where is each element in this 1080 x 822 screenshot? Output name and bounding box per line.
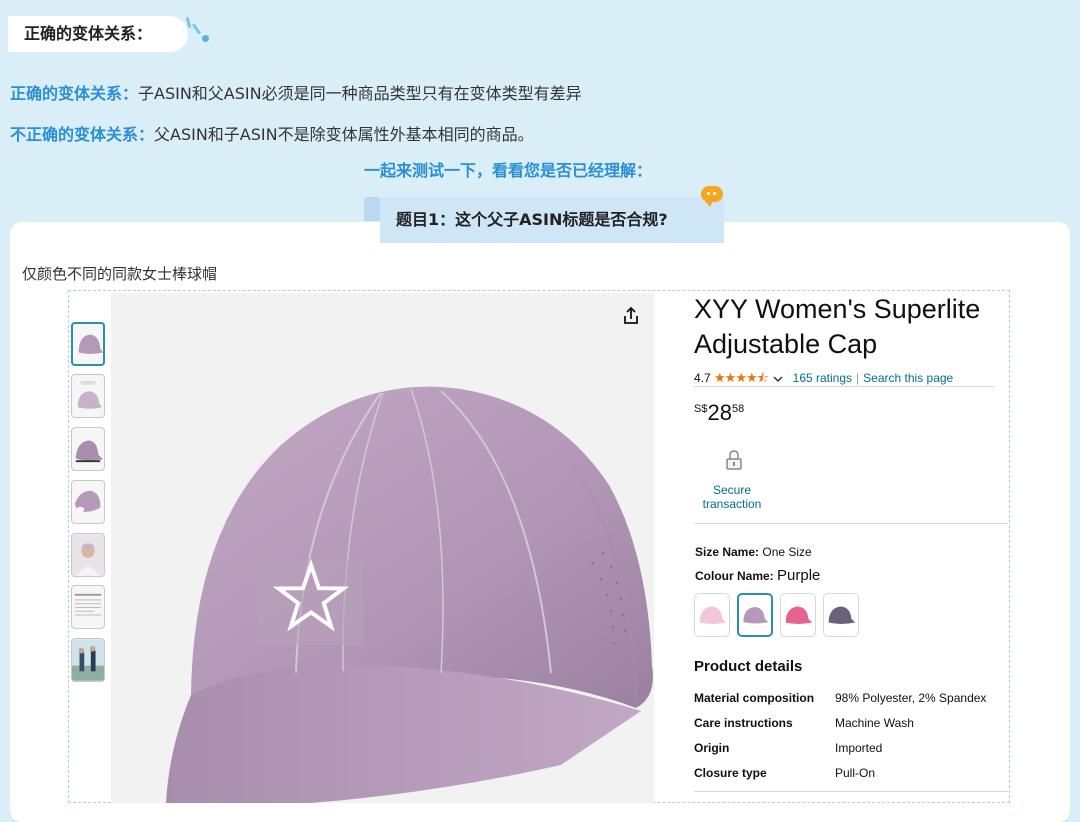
secure-transaction-link[interactable]: Secure transaction	[694, 483, 770, 511]
size-label: Size Name:	[695, 545, 760, 559]
thumbnail-1[interactable]	[71, 322, 105, 366]
incorrect-rule-label: 不正确的变体关系：	[10, 125, 155, 144]
thumbnail-3[interactable]	[71, 427, 105, 471]
spec-value: Imported	[835, 741, 883, 755]
spec-key: Care instructions	[694, 716, 793, 730]
incorrect-rule-text: 父ASIN和子ASIN不是除变体属性外基本相同的商品。	[154, 125, 534, 144]
spec-key: Closure type	[694, 766, 767, 780]
swatch-pink[interactable]	[780, 593, 816, 637]
chat-bubble-icon	[701, 186, 723, 207]
rating-value: 4.7	[694, 371, 711, 385]
divider	[694, 523, 1008, 524]
spec-key: Material composition	[694, 691, 815, 705]
section-title: 正确的变体关系：	[8, 16, 188, 52]
spec-value: 98% Polyester, 2% Spandex	[835, 691, 987, 705]
thumbnail-5[interactable]	[71, 533, 105, 577]
swatch-purple[interactable]	[737, 593, 773, 637]
divider	[694, 386, 994, 387]
rating-row: 4.7 ★★★★⯪ 165 ratings | Search this page	[694, 369, 953, 391]
divider	[694, 791, 1008, 792]
separator: |	[856, 371, 860, 385]
chevron-down-icon[interactable]	[773, 372, 783, 386]
thumbnail-7[interactable]	[71, 638, 105, 682]
thumbnail-2[interactable]	[71, 374, 105, 418]
question-accent	[364, 197, 380, 221]
price: S$2858	[694, 400, 744, 426]
price-fraction: 58	[731, 403, 745, 415]
thumbnail-4[interactable]	[71, 480, 105, 524]
size-value: One Size	[762, 545, 812, 559]
share-icon[interactable]	[620, 305, 642, 327]
card-subtitle: 仅颜色不同的同款女士棒球帽	[22, 265, 218, 283]
spec-value: Machine Wash	[835, 716, 914, 730]
colour-value: Purple	[777, 567, 821, 584]
spec-value: Pull-On	[835, 766, 876, 780]
decorative-dot	[202, 35, 209, 42]
incorrect-rule: 不正确的变体关系：父ASIN和子ASIN不是除变体属性外基本相同的商品。	[10, 121, 534, 145]
quiz-invite: 一起来测试一下，看看您是否已经理解：	[364, 161, 653, 180]
question-box: 题目1：这个父子ASIN标题是否合规?	[380, 197, 724, 243]
price-whole: 28	[707, 400, 732, 425]
colour-name: Colour Name: Purple	[695, 567, 820, 584]
correct-rule-label: 正确的变体关系：	[10, 84, 139, 103]
ratings-link[interactable]: 165 ratings	[793, 371, 852, 385]
correct-rule-text: 子ASIN和父ASIN必须是同一种商品类型只有在变体类型有差异	[138, 84, 582, 103]
spec-key: Origin	[694, 741, 730, 755]
correct-rule: 正确的变体关系：子ASIN和父ASIN必须是同一种商品类型只有在变体类型有差异	[10, 80, 582, 104]
search-page-link[interactable]: Search this page	[863, 371, 953, 385]
size-name: Size Name: One Size	[695, 545, 812, 559]
colour-label: Colour Name:	[695, 569, 774, 583]
swatch-dark-purple[interactable]	[823, 593, 859, 637]
product-main-image[interactable]	[111, 293, 654, 803]
decorative-dash	[191, 23, 202, 35]
thumbnail-6[interactable]	[71, 585, 105, 629]
lock-icon	[722, 448, 746, 472]
product-details-heading: Product details	[694, 658, 803, 675]
product-title: XYY Women's Superlite Adjustable Cap	[694, 294, 981, 359]
swatch-light-pink[interactable]	[694, 593, 730, 637]
price-currency: S$	[694, 403, 708, 415]
star-rating[interactable]: ★★★★⯪	[714, 370, 769, 385]
